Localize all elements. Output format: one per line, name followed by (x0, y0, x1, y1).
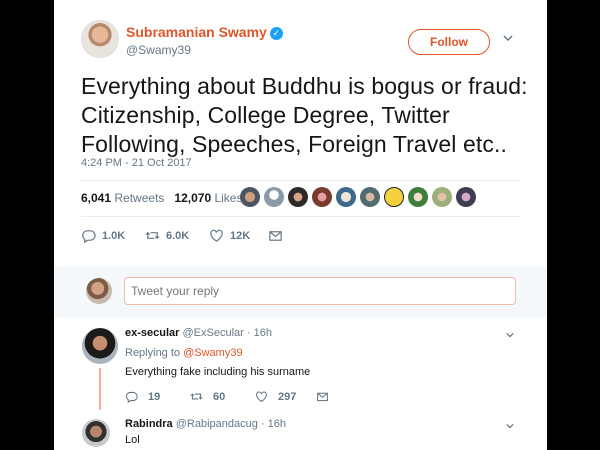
reply-text: Lol (125, 434, 140, 446)
replying-to-label: Replying to (125, 347, 181, 359)
reply-header: ex-secular @ExSecular · 16h (125, 327, 272, 339)
verified-badge-icon: ✓ (269, 27, 283, 40)
reply-author-name[interactable]: Rabindra (125, 418, 173, 430)
replying-to: Replying to @Swamy39 (125, 347, 243, 359)
reply-tweet[interactable]: ex-secular @ExSecular · 16h Replying to … (54, 318, 547, 413)
retweet-action[interactable]: 6.0K (145, 228, 189, 243)
liker-avatar[interactable] (312, 187, 332, 207)
message-action[interactable] (268, 228, 283, 243)
retweets-label[interactable]: Retweets (114, 191, 164, 205)
liker-avatar[interactable] (408, 187, 428, 207)
liker-avatar[interactable] (360, 187, 380, 207)
liker-avatar[interactable] (384, 187, 404, 207)
reply-author-name[interactable]: ex-secular (125, 327, 179, 339)
heart-icon (256, 391, 267, 402)
retweet-count: 60 (213, 390, 226, 403)
liker-avatar[interactable] (456, 187, 476, 207)
author-handle[interactable]: @Swamy39 (126, 43, 191, 57)
divider (81, 180, 520, 181)
reply-count: 19 (148, 390, 161, 403)
author-avatar[interactable] (81, 20, 119, 58)
liker-avatar[interactable] (264, 187, 284, 207)
thread-line (99, 368, 101, 410)
retweet-icon (190, 393, 203, 400)
reply-count: 1.0K (102, 229, 126, 242)
engagement-stats: 6,041 Retweets 12,070 Likes (81, 191, 242, 205)
envelope-icon (317, 392, 328, 402)
likes-count[interactable]: 12,070 (174, 191, 211, 205)
liker-avatar[interactable] (432, 187, 452, 207)
tweet-reply-input[interactable] (124, 277, 516, 305)
reply-tweet[interactable]: Rabindra @Rabipandacug · 16h Lol (54, 413, 547, 450)
chevron-down-icon[interactable] (506, 331, 514, 339)
reply-icon (126, 391, 138, 403)
reply-author-handle[interactable]: @ExSecular (183, 327, 244, 339)
reply-icon (82, 230, 96, 243)
reply-compose-area (54, 266, 547, 318)
reply-author-handle[interactable]: @Rabipandacug (176, 418, 258, 430)
chevron-down-icon[interactable] (506, 422, 514, 430)
reply-text: Everything fake including his surname (125, 366, 311, 378)
reply-avatar[interactable] (82, 419, 110, 447)
tweet-card: Subramanian Swamy ✓ @Swamy39 Follow Every… (54, 0, 547, 450)
like-count: 297 (278, 390, 297, 403)
heart-icon (210, 229, 223, 242)
likes-label[interactable]: Likes (214, 191, 242, 205)
chevron-down-icon[interactable] (503, 33, 513, 43)
envelope-icon (269, 231, 282, 241)
retweet-icon (145, 231, 160, 240)
reply-time[interactable]: 16h (254, 327, 272, 339)
like-action[interactable]: 12K (209, 228, 250, 243)
retweets-count[interactable]: 6,041 (81, 191, 111, 205)
current-user-avatar[interactable] (86, 278, 112, 304)
tweet-text: Everything about Buddhu is bogus or frau… (81, 73, 528, 157)
like-count: 12K (230, 229, 251, 242)
follow-button[interactable]: Follow (408, 29, 490, 55)
reply-time[interactable]: 16h (268, 418, 286, 430)
message-action[interactable] (316, 390, 329, 403)
retweet-count: 6.0K (166, 229, 190, 242)
replying-to-link[interactable]: @Swamy39 (183, 347, 242, 359)
liker-avatar[interactable] (288, 187, 308, 207)
divider (81, 216, 520, 217)
tweet-timestamp[interactable]: 4:24 PM - 21 Oct 2017 (81, 157, 192, 169)
reply-header: Rabindra @Rabipandacug · 16h (125, 418, 287, 430)
reply-action[interactable]: 19 (125, 390, 160, 403)
author-name[interactable]: Subramanian Swamy ✓ (126, 24, 283, 40)
retweet-action[interactable]: 60 (190, 390, 225, 403)
liker-avatar[interactable] (240, 187, 260, 207)
like-action[interactable]: 297 (255, 390, 296, 403)
reply-avatar[interactable] (82, 328, 118, 364)
author-name-text[interactable]: Subramanian Swamy (126, 24, 267, 40)
reply-action[interactable]: 1.0K (81, 228, 125, 243)
liker-avatar[interactable] (336, 187, 356, 207)
